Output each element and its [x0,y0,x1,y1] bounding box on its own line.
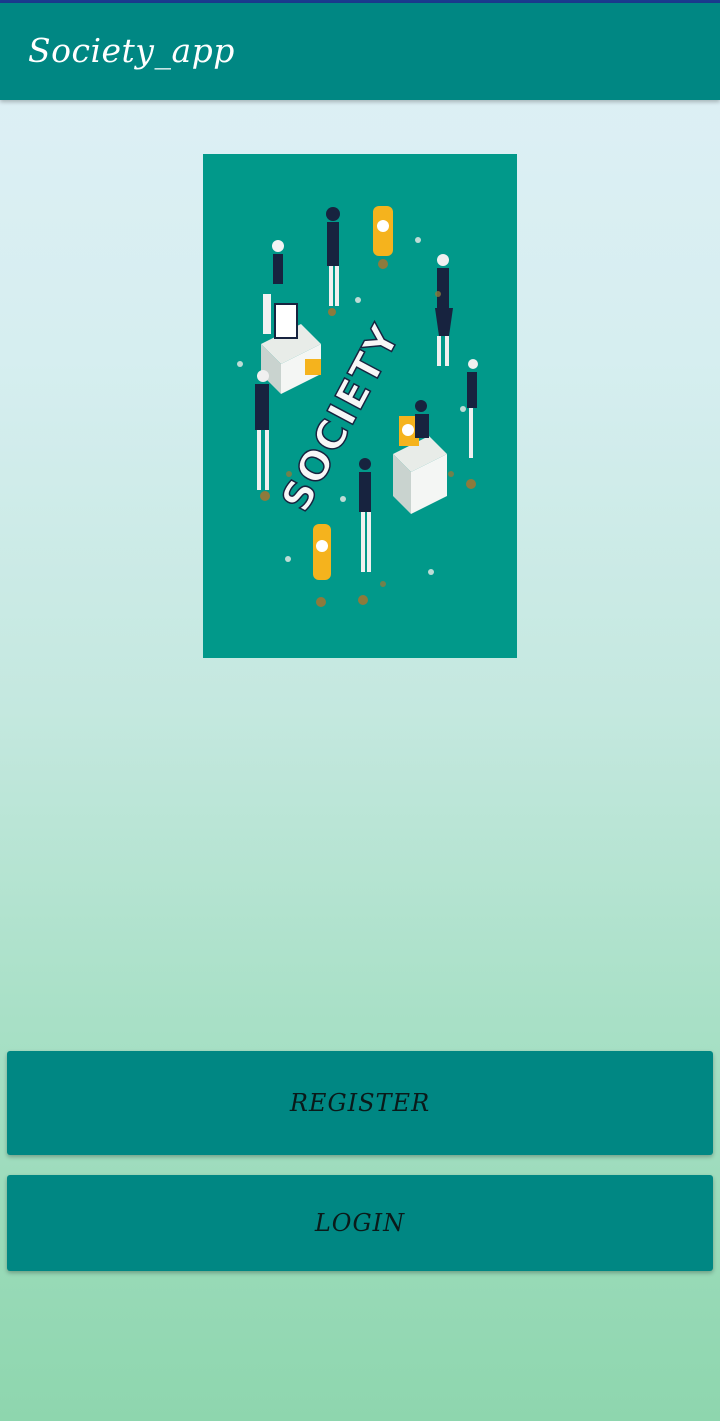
society-illustration-art: SOCIETY [237,206,478,607]
app-title: Society_app [28,31,235,70]
register-button-label: REGISTER [289,1089,431,1117]
register-button[interactable]: REGISTER [7,1051,713,1155]
app-bar: Society_app [0,3,720,100]
society-illustration: SOCIETY [203,154,517,658]
login-button[interactable]: LOGIN [7,1175,713,1271]
login-button-label: LOGIN [314,1209,406,1237]
